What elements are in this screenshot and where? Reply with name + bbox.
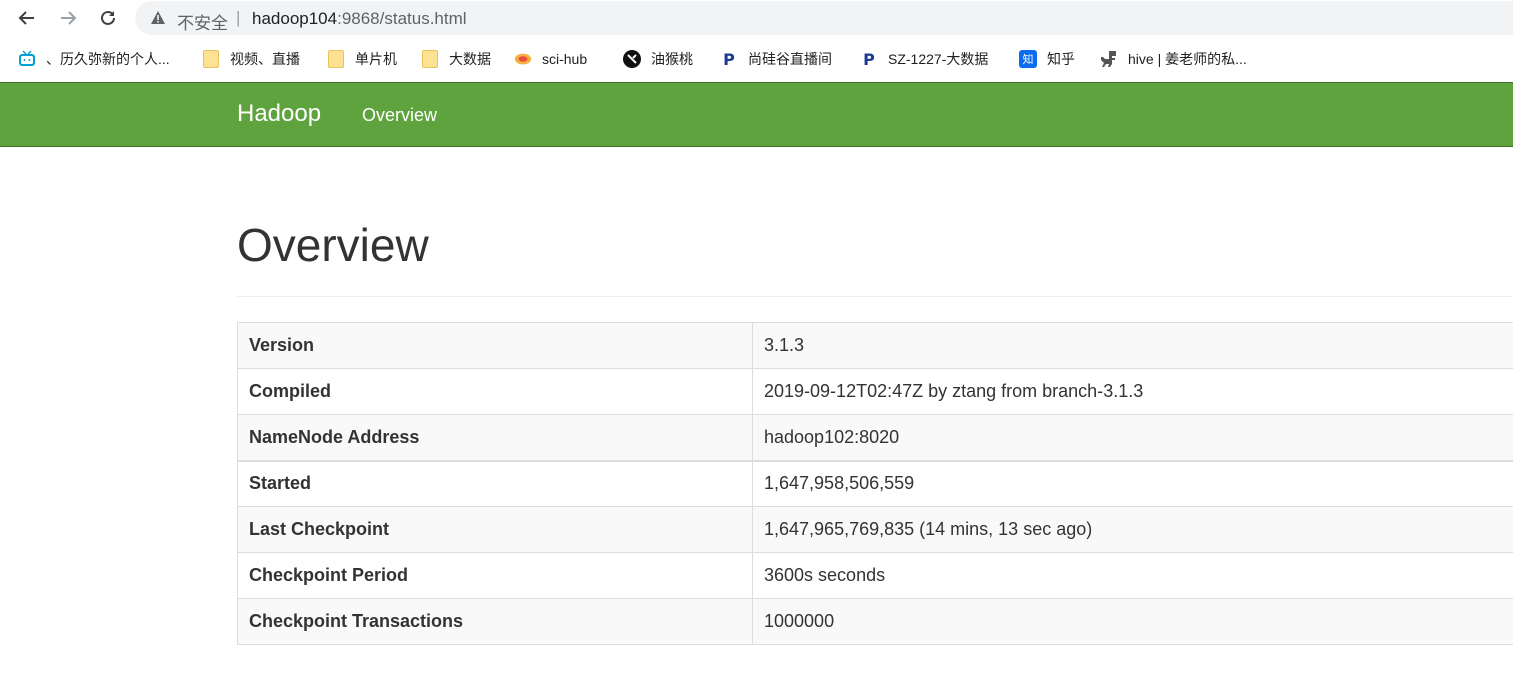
arrow-right-icon bbox=[61, 11, 77, 25]
url-text[interactable]: hadoop104:9868/status.html bbox=[252, 9, 467, 29]
forward-button[interactable] bbox=[54, 4, 82, 32]
bookmark-label: 视频、直播 bbox=[230, 51, 300, 67]
bookmark-item[interactable]: hive | 姜老师的私... bbox=[1100, 49, 1247, 69]
brand-link[interactable]: Hadoop bbox=[237, 100, 321, 128]
bookmark-item[interactable]: 油猴桃 bbox=[623, 49, 693, 69]
tampermonkey-icon bbox=[623, 50, 641, 68]
bookmark-label: 单片机 bbox=[355, 51, 397, 67]
bookmark-label: 知乎 bbox=[1047, 51, 1075, 67]
bookmark-label: sci-hub bbox=[542, 51, 588, 67]
row-key: Compiled bbox=[237, 368, 753, 415]
dino-icon bbox=[1100, 50, 1118, 68]
bookmark-label: hive | 姜老师的私... bbox=[1128, 51, 1247, 67]
row-key: Started bbox=[237, 459, 753, 507]
arrow-left-icon bbox=[18, 11, 34, 25]
table-row: Version 3.1.3 bbox=[237, 322, 1513, 369]
back-button[interactable] bbox=[13, 4, 41, 32]
warning-icon bbox=[151, 11, 165, 24]
row-key: Checkpoint Transactions bbox=[237, 598, 753, 645]
bookmark-label: 尚硅谷直播间 bbox=[748, 51, 832, 67]
url-host: hadoop104 bbox=[252, 9, 338, 28]
bilibili-icon bbox=[18, 50, 36, 68]
row-value: 2019-09-12T02:47Z by ztang from branch-3… bbox=[752, 368, 1513, 415]
reload-icon bbox=[101, 10, 115, 25]
bookmark-item[interactable]: P SZ-1227-大数据 bbox=[860, 49, 988, 69]
row-value: 1,647,958,506,559 bbox=[752, 459, 1513, 507]
overview-table: Version 3.1.3 Compiled 2019-09-12T02:47Z… bbox=[237, 322, 1513, 645]
bookmark-folder[interactable]: 视频、直播 bbox=[202, 49, 300, 69]
bookmark-label: 、历久弥新的个人... bbox=[46, 51, 170, 67]
row-key: Version bbox=[237, 322, 753, 369]
row-value: 1000000 bbox=[752, 598, 1513, 645]
address-bar[interactable]: 不安全 | hadoop104:9868/status.html bbox=[135, 1, 1513, 35]
security-label[interactable]: 不安全 bbox=[177, 9, 228, 34]
table-row: Last Checkpoint 1,647,965,769,835 (14 mi… bbox=[237, 506, 1513, 553]
row-key: Checkpoint Period bbox=[237, 552, 753, 599]
bookmark-folder[interactable]: 大数据 bbox=[421, 49, 491, 69]
bookmark-item[interactable]: 、历久弥新的个人... bbox=[18, 49, 170, 69]
p-logo-icon: P bbox=[863, 49, 875, 69]
bookmarks-bar: 、历久弥新的个人... 视频、直播 单片机 大数据 sci-hub 油猴桃 P … bbox=[0, 40, 1513, 78]
table-row: Compiled 2019-09-12T02:47Z by ztang from… bbox=[237, 368, 1513, 415]
bookmark-folder[interactable]: 单片机 bbox=[327, 49, 397, 69]
bookmark-label: SZ-1227-大数据 bbox=[888, 51, 989, 67]
row-value: 3.1.3 bbox=[752, 322, 1513, 369]
table-row: Checkpoint Period 3600s seconds bbox=[237, 552, 1513, 599]
folder-icon bbox=[327, 50, 345, 68]
row-key: Last Checkpoint bbox=[237, 506, 753, 553]
nav-link-overview[interactable]: Overview bbox=[362, 105, 437, 126]
row-value: 1,647,965,769,835 (14 mins, 13 sec ago) bbox=[752, 506, 1513, 553]
table-row: Started 1,647,958,506,559 bbox=[237, 459, 1513, 507]
bookmark-item[interactable]: 知 知乎 bbox=[1019, 49, 1075, 69]
title-divider bbox=[237, 296, 1513, 297]
row-value: 3600s seconds bbox=[752, 552, 1513, 599]
bookmark-item[interactable]: P 尚硅谷直播间 bbox=[720, 49, 832, 69]
bookmark-label: 油猴桃 bbox=[651, 51, 693, 67]
p-logo-icon: P bbox=[723, 49, 735, 69]
page-title: Overview bbox=[237, 219, 429, 271]
browser-toolbar: 不安全 | hadoop104:9868/status.html bbox=[0, 0, 1513, 37]
folder-icon bbox=[202, 50, 220, 68]
row-value: hadoop102:8020 bbox=[752, 414, 1513, 461]
zhihu-icon: 知 bbox=[1019, 50, 1037, 68]
hadoop-navbar: Hadoop Overview bbox=[0, 82, 1513, 147]
security-separator: | bbox=[236, 8, 241, 27]
sci-hub-icon bbox=[514, 50, 532, 68]
folder-icon bbox=[421, 50, 439, 68]
table-row: NameNode Address hadoop102:8020 bbox=[237, 414, 1513, 461]
table-row: Checkpoint Transactions 1000000 bbox=[237, 598, 1513, 645]
bookmark-label: 大数据 bbox=[449, 51, 491, 67]
reload-button[interactable] bbox=[94, 4, 122, 32]
row-key: NameNode Address bbox=[237, 414, 753, 461]
bookmark-item[interactable]: sci-hub bbox=[514, 49, 587, 69]
url-path: :9868/status.html bbox=[337, 9, 467, 28]
